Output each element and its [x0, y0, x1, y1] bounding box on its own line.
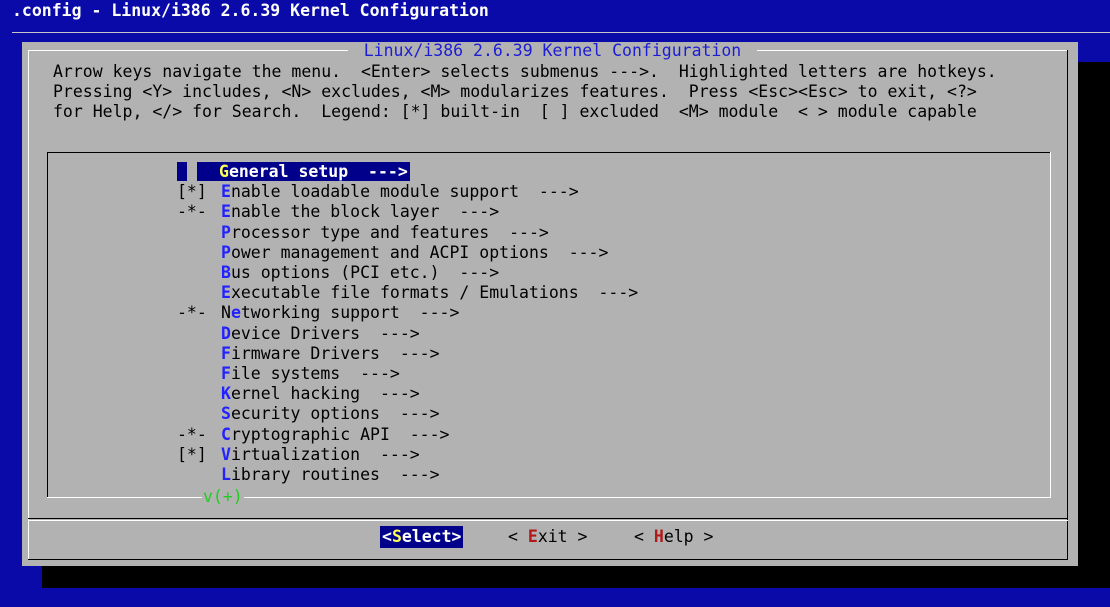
dialog-border-right: [1067, 50, 1068, 560]
dialog-border-left: [28, 50, 29, 560]
menu-item[interactable]: Kernel hacking --->: [177, 384, 420, 404]
menu-item-text: rocessor type and features --->: [230, 223, 549, 242]
menu-item-hotkey: P: [221, 223, 231, 242]
menu-item-hotkey: P: [221, 243, 231, 262]
menu-box-border-left: [47, 152, 48, 498]
menu-item-text: ower management and ACPI options --->: [230, 243, 609, 262]
menu-item-text: eneral setup --->: [228, 162, 408, 181]
dialog-border-bottom: [28, 559, 1068, 560]
menu-item-hotkey: C: [221, 425, 231, 444]
menu-item-hotkey: F: [221, 364, 231, 383]
dialog-border-top-left: [28, 50, 348, 51]
menu-item[interactable]: Power management and ACPI options --->: [177, 243, 608, 263]
menu-item-text: evice Drivers --->: [230, 324, 420, 343]
menu-item[interactable]: -*- Cryptographic API --->: [177, 425, 449, 445]
help-button-rest: elp >: [663, 527, 714, 546]
menu-item-text: ile systems --->: [230, 364, 400, 383]
menu-item-text: ibrary routines --->: [230, 465, 440, 484]
kernel-config-dialog: Linux/i386 2.6.39 Kernel Configuration A…: [22, 42, 1078, 566]
help-button[interactable]: < Help >: [634, 526, 713, 548]
title-underline: [12, 32, 1110, 33]
menu-item-hotkey: D: [221, 324, 231, 343]
menu-item[interactable]: -*- Networking support --->: [177, 303, 459, 323]
menu-item-text: ryptographic API --->: [230, 425, 450, 444]
menu-item-text: irmware Drivers --->: [230, 344, 440, 363]
help-text-line-2: Pressing <Y> includes, <N> excludes, <M>…: [53, 82, 977, 101]
exit-button-rest: xit >: [537, 527, 588, 546]
menu-item-text: xecutable file formats / Emulations --->: [230, 283, 639, 302]
dialog-border-top-right: [757, 50, 1067, 51]
menu-item-hotkey: L: [221, 465, 231, 484]
menu-item[interactable]: Executable file formats / Emulations ---…: [177, 283, 638, 303]
exit-button-open: <: [508, 527, 528, 546]
menu-item[interactable]: -*- Enable the block layer --->: [177, 202, 499, 222]
menu-item-hotkey: F: [221, 344, 231, 363]
menu-item[interactable]: [*] Virtualization --->: [177, 445, 420, 465]
exit-button[interactable]: < Exit >: [508, 526, 587, 548]
menu-item-hotkey: K: [221, 384, 231, 403]
window-title: .config - Linux/i386 2.6.39 Kernel Confi…: [12, 1, 489, 20]
menu-item[interactable]: Library routines --->: [177, 465, 440, 485]
button-separator-highlight: [28, 520, 1068, 521]
menu-item-state: [*]: [177, 182, 207, 201]
menu-item-text: nable the block layer --->: [230, 202, 500, 221]
help-text-line-3: for Help, </> for Search. Legend: [*] bu…: [53, 102, 977, 121]
cursor-block: [177, 162, 187, 181]
help-text-line-1: Arrow keys navigate the menu. <Enter> se…: [53, 62, 997, 81]
menu-item-hotkey: B: [221, 263, 231, 282]
button-separator: [28, 518, 1068, 519]
dialog-shadow-right: [1078, 62, 1110, 588]
menu-item-text: nable loadable module support --->: [230, 182, 579, 201]
menu-item[interactable]: Bus options (PCI etc.) --->: [177, 263, 499, 283]
menu-item-hotkey: E: [221, 202, 231, 221]
menu-item-text: ernel hacking --->: [230, 384, 420, 403]
menu-item-hotkey: E: [221, 182, 231, 201]
menu-item-text-lead: N: [221, 303, 231, 322]
menu-item-state: -*-: [177, 202, 207, 221]
exit-button-hotkey: E: [527, 527, 538, 546]
dialog-title: Linux/i386 2.6.39 Kernel Configuration: [363, 41, 742, 60]
menu-box-border-right: [1050, 152, 1051, 498]
more-items-indicator: v(+): [202, 487, 244, 506]
menu-item[interactable]: Security options --->: [177, 404, 440, 424]
menu-item-hotkey: S: [221, 404, 231, 423]
menu-item[interactable]: Device Drivers --->: [177, 324, 420, 344]
menu-item-state: [*]: [177, 445, 207, 464]
help-button-open: <: [634, 527, 654, 546]
dialog-shadow-bottom: [42, 566, 1110, 588]
menu-item-label: General setup --->: [197, 162, 410, 181]
menu-item-hotkey: G: [219, 162, 229, 181]
select-button-open: <: [382, 527, 392, 546]
help-button-hotkey: H: [653, 527, 664, 546]
menu-box-border-bottom: [47, 497, 1051, 498]
menu-item[interactable]: File systems --->: [177, 364, 400, 384]
menu-item-text: us options (PCI etc.) --->: [230, 263, 500, 282]
menu-item[interactable]: Firmware Drivers --->: [177, 344, 440, 364]
menu-item-text: ecurity options --->: [230, 404, 440, 423]
menu-item[interactable]: Processor type and features --->: [177, 223, 549, 243]
menu-item-state: -*-: [177, 425, 207, 444]
menu-item[interactable]: General setup --->: [177, 162, 410, 182]
menu-item-hotkey: e: [230, 303, 241, 322]
menu-item-state: -*-: [177, 303, 207, 322]
menu-box-border-top: [47, 152, 1051, 153]
select-button[interactable]: <Select>: [380, 526, 464, 548]
menu-item-hotkey: E: [221, 283, 231, 302]
menu-item-text: irtualization --->: [230, 445, 420, 464]
menu-item[interactable]: [*] Enable loadable module support --->: [177, 182, 579, 202]
select-button-rest: elect>: [401, 527, 462, 546]
menu-item-hotkey: V: [221, 445, 231, 464]
select-button-hotkey: S: [391, 527, 402, 546]
menu-item-text: tworking support --->: [240, 303, 460, 322]
